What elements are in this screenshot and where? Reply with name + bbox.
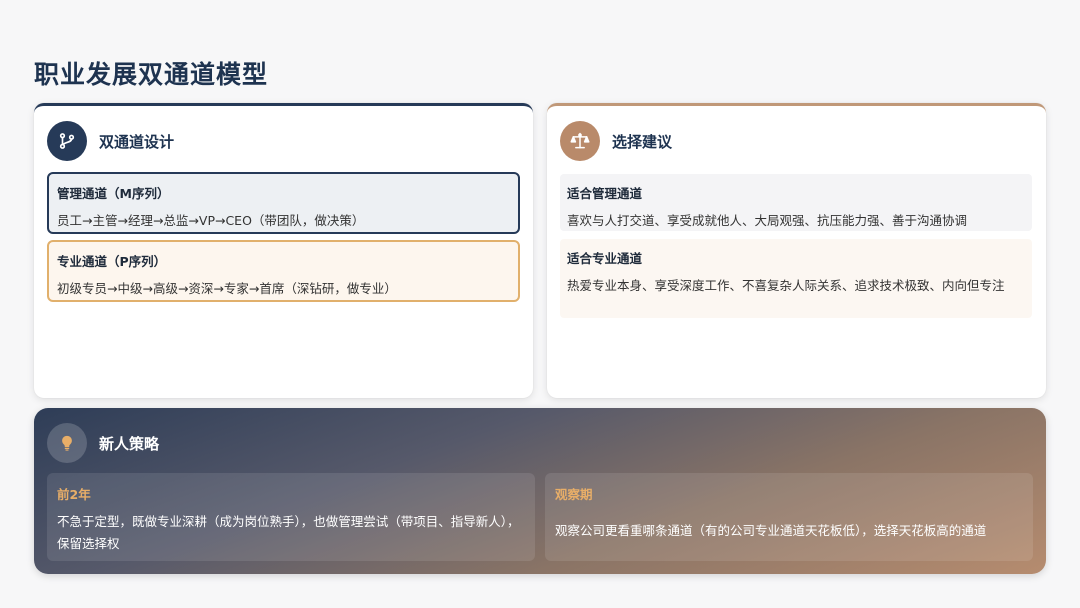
balance-scale-icon (560, 121, 600, 161)
stage-observation-desc: 观察公司更看重哪条通道（有的公司专业通道天花板低），选择天花板高的通道 (555, 523, 987, 538)
management-track-title: 管理通道（M序列） (57, 186, 170, 201)
lightbulb-icon (47, 423, 87, 463)
strategy-title: 新人策略 (99, 434, 160, 453)
management-track-path: 员工→主管→经理→总监→VP→CEO（带团队，做决策） (57, 213, 365, 228)
professional-fit-title: 适合专业通道 (567, 251, 643, 266)
dual-track-card: 双通道设计 管理通道（M序列） 员工→主管→经理→总监→VP→CEO（带团队，做… (34, 103, 533, 398)
dual-track-header: 双通道设计 (47, 121, 174, 161)
professional-fit-box: 适合专业通道 热爱专业本身、享受深度工作、不喜复杂人际关系、追求技术极致、内向但… (560, 239, 1032, 318)
advice-header: 选择建议 (560, 121, 672, 161)
branch-icon (47, 121, 87, 161)
professional-fit-desc: 热爱专业本身、享受深度工作、不喜复杂人际关系、追求技术极致、内向但专注 (567, 278, 1005, 293)
stage-observation: 观察期 观察公司更看重哪条通道（有的公司专业通道天花板低），选择天花板高的通道 (545, 473, 1033, 561)
page-title: 职业发展双通道模型 (34, 60, 269, 89)
newcomer-strategy-panel: 新人策略 前2年 不急于定型，既做专业深耕（成为岗位熟手），也做管理尝试（带项目… (34, 408, 1046, 574)
stage-observation-title: 观察期 (555, 487, 593, 502)
management-track-box: 管理通道（M序列） 员工→主管→经理→总监→VP→CEO（带团队，做决策） (47, 172, 520, 234)
strategy-header: 新人策略 (47, 423, 159, 463)
professional-track-path: 初级专员→中级→高级→资深→专家→首席（深钻研，做专业） (57, 281, 397, 296)
advice-title: 选择建议 (612, 132, 673, 151)
management-fit-desc: 喜欢与人打交道、享受成就他人、大局观强、抗压能力强、善于沟通协调 (567, 213, 968, 228)
stage-first-two-years-title: 前2年 (57, 487, 91, 502)
stage-first-two-years-desc: 不急于定型，既做专业深耕（成为岗位熟手），也做管理尝试（带项目、指导新人），保留… (57, 514, 520, 551)
professional-track-box: 专业通道（P序列） 初级专员→中级→高级→资深→专家→首席（深钻研，做专业） (47, 240, 520, 302)
slide: 职业发展双通道模型 双通道设计 管理通道（M序列） 员工→主管→经理→总监→VP… (0, 0, 1080, 608)
professional-track-title: 专业通道（P序列） (57, 254, 167, 269)
management-fit-box: 适合管理通道 喜欢与人打交道、享受成就他人、大局观强、抗压能力强、善于沟通协调 (560, 174, 1032, 231)
stage-first-two-years: 前2年 不急于定型，既做专业深耕（成为岗位熟手），也做管理尝试（带项目、指导新人… (47, 473, 535, 561)
dual-track-title: 双通道设计 (99, 132, 175, 151)
management-fit-title: 适合管理通道 (567, 186, 643, 201)
advice-card: 选择建议 适合管理通道 喜欢与人打交道、享受成就他人、大局观强、抗压能力强、善于… (547, 103, 1046, 398)
